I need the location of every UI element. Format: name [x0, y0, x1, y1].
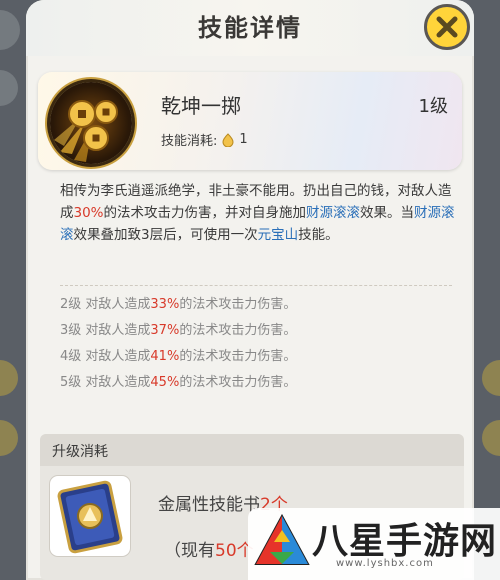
effect-link-ingot-mountain[interactable]: 元宝山: [258, 227, 299, 243]
upgrade-header: 升级消耗: [40, 434, 464, 466]
level-percent: 33%: [150, 297, 180, 312]
skill-level: 1级: [418, 96, 448, 117]
skill-cost-label: 技能消耗:: [161, 134, 218, 149]
watermark-brand: 八星手游网: [312, 521, 498, 562]
level-text: 的法术攻击力伤害。: [179, 349, 297, 364]
owned-label: （现有: [164, 541, 215, 561]
level-text: 5级 对敌人造成: [60, 375, 151, 390]
skill-book-icon: [57, 480, 123, 554]
level-text: 的法术攻击力伤害。: [179, 375, 297, 390]
skill-detail-dialog: 技能详情 乾坤一掷 1级 技能消耗: 1 相传为李氏逍遥派绝学，非土豪不能用。扔…: [26, 0, 474, 580]
skill-card: 乾坤一掷 1级 技能消耗: 1: [38, 72, 462, 170]
watermark-url: www.lyshbx.com: [336, 558, 434, 569]
description-text: 技能。: [298, 227, 339, 243]
level-text: 的法术攻击力伤害。: [179, 323, 297, 338]
level-row: 5级 对敌人造成45%的法术攻击力伤害。: [60, 370, 296, 396]
level-row: 2级 对敌人造成33%的法术攻击力伤害。: [60, 292, 296, 318]
level-text: 4级 对敌人造成: [60, 349, 151, 364]
dialog-header: 技能详情: [26, 0, 474, 56]
dialog-title: 技能详情: [198, 14, 302, 42]
background-decoration: [0, 70, 18, 106]
site-watermark: 八星手游网 www.lyshbx.com: [248, 508, 500, 580]
description-text: 效果。当: [360, 205, 415, 221]
description-text: 的法术攻击力伤害，并对自身施加: [103, 205, 307, 221]
background-decoration: [0, 420, 18, 456]
skill-description: 相传为李氏逍遥派绝学，非土豪不能用。扔出自己的钱，对敌人造成30%的法术攻击力伤…: [60, 180, 456, 246]
level-percent: 45%: [150, 375, 180, 390]
level-text: 2级 对敌人造成: [60, 297, 151, 312]
upgrade-title: 升级消耗: [52, 444, 108, 460]
skill-book-item[interactable]: [50, 476, 130, 556]
background-decoration: [482, 360, 500, 396]
book-owned: （现有50个: [164, 536, 254, 561]
skill-name: 乾坤一掷: [161, 94, 241, 118]
energy-drop-icon: [222, 132, 234, 147]
skill-cost: 技能消耗: 1: [161, 130, 248, 149]
background-decoration: [0, 360, 18, 396]
level-text: 3级 对敌人造成: [60, 323, 151, 338]
close-button[interactable]: [424, 4, 470, 50]
skill-cost-value: 1: [239, 132, 248, 147]
level-percent: 41%: [150, 349, 180, 364]
background-decoration: [482, 420, 500, 456]
damage-percent: 30%: [73, 205, 104, 221]
background-decoration: [0, 10, 20, 50]
level-list: 2级 对敌人造成33%的法术攻击力伤害。 3级 对敌人造成37%的法术攻击力伤害…: [60, 292, 296, 396]
section-divider: [60, 285, 452, 286]
close-icon: [436, 16, 458, 38]
effect-link-wealth[interactable]: 财源滚滚: [306, 205, 360, 221]
coins-skill-icon: [50, 82, 132, 164]
brand-logo-icon: [254, 513, 310, 565]
level-text: 的法术攻击力伤害。: [179, 297, 297, 312]
book-name: 金属性技能书: [158, 495, 260, 515]
level-percent: 37%: [150, 323, 180, 338]
level-row: 3级 对敌人造成37%的法术攻击力伤害。: [60, 318, 296, 344]
level-row: 4级 对敌人造成41%的法术攻击力伤害。: [60, 344, 296, 370]
description-text: 效果叠加致3层后，可使用一次: [73, 227, 258, 243]
